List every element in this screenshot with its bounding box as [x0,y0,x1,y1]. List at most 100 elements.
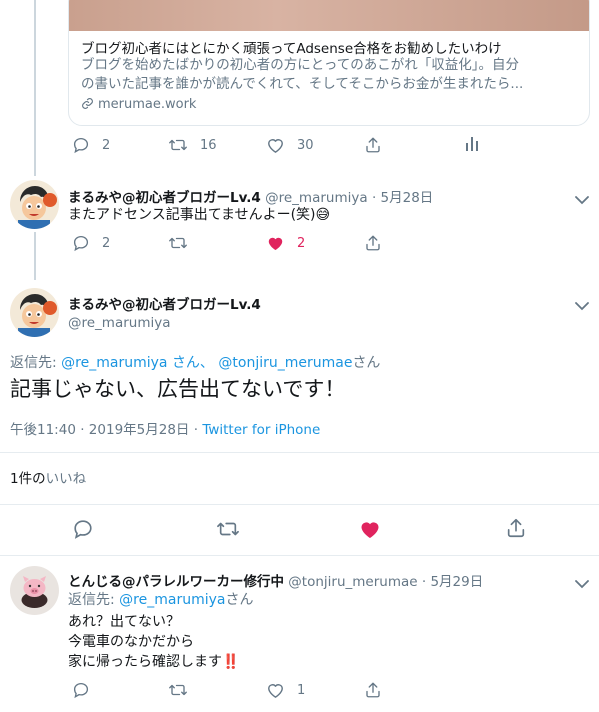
user-handle[interactable]: @re_marumiya [68,315,171,331]
share-icon [507,518,525,538]
like-count: 2 [297,235,306,251]
separator: · [193,422,199,438]
reply-icon [74,520,92,539]
reply-to-label: 返信先: [68,592,115,608]
tweet-header: まるみや@初心者ブロガーLv.4 @re_marumiya · 5月28日 [68,186,433,206]
reply-to-user[interactable]: @re_marumiya [119,592,225,608]
main-tweet-text: 記事じゃない、広告出てないです！ [10,377,346,401]
share-icon [366,235,380,251]
share-icon [366,682,380,698]
like-count: 30 [297,137,314,153]
card-description: ブログを始めたばかりの初心者の方にとってのあこがれ「収益化」。自分 の書いた記事… [81,56,581,94]
likes-count: 1件の [10,471,46,487]
reply-to-user[interactable]: @tonjiru_merumae [218,355,352,371]
card-domain-text: merumae.work [98,97,197,112]
thread-line [34,232,36,280]
tweet-text: あれ？出てない？ 今電車のなかだから 家に帰ったら確認します‼️ [68,612,239,672]
likes-summary[interactable]: 1件のいいね [10,469,86,489]
reply-to-san: さん [225,592,254,608]
likes-label: いいね [45,471,87,487]
tweet-text-line: 家に帰ったら確認します [68,654,222,670]
separator: · [421,574,427,590]
heart-filled-icon [361,522,379,538]
avatar[interactable] [10,566,59,615]
double-exclamation-emoji: ‼️ [222,654,240,670]
reply-icon [73,137,89,154]
analytics-button[interactable] [466,137,478,151]
retweet-button[interactable] [168,681,188,699]
avatar[interactable] [10,180,59,229]
card-desc-line: の書いた記事を誰かが読んでくれて、そしてそこからお金が生まれたら... [81,76,524,92]
like-button[interactable]: 30 [266,136,314,154]
reply-to-san: さん、 [171,355,214,371]
tweet-meta: 午後11:40 · 2019年5月28日 · Twitter for iPhon… [10,420,320,440]
avatar[interactable] [10,288,59,337]
analytics-icon [466,137,478,151]
reply-to-san: さん [352,355,381,371]
tweet-text-line: 今電車のなかだから [68,634,194,650]
thread-line [34,0,36,176]
reply-to: 返信先: @re_marumiyaさん [68,590,253,610]
link-card[interactable]: ブログ初心者にはとにかく頑張ってAdsense合格をお勧めしたいわけ ブログを始… [68,0,590,126]
display-name[interactable]: まるみや@初心者ブロガーLv.4 [68,293,261,313]
heart-icon [268,139,283,153]
chevron-down-icon[interactable] [575,574,591,589]
user-handle[interactable]: @tonjiru_merumae [288,574,417,590]
tweet-date[interactable]: 5月29日 [430,574,483,590]
retweet-button[interactable]: 16 [168,136,217,154]
share-button[interactable] [364,234,382,252]
divider [0,504,599,505]
retweet-button[interactable] [216,518,240,540]
share-button[interactable] [364,681,382,699]
retweet-icon [169,237,187,249]
tweet-time[interactable]: 午後11:40 [10,422,76,438]
retweet-button[interactable] [168,234,188,252]
card-title: ブログ初心者にはとにかく頑張ってAdsense合格をお勧めしたいわけ [81,41,502,57]
reply-count: 2 [102,137,111,153]
card-image [69,0,589,31]
display-name[interactable]: まるみや@初心者ブロガーLv.4 [68,190,261,206]
separator: · [371,190,377,206]
share-button[interactable] [364,136,382,154]
tweet-text: またアドセンス記事出てませんよー(笑)😅 [68,205,330,225]
like-button[interactable]: 1 [266,681,305,699]
chevron-down-icon[interactable] [575,296,591,311]
tweet-date[interactable]: 5月28日 [381,190,434,206]
card-domain: merumae.work [81,97,196,114]
tweet-date[interactable]: 2019年5月28日 [89,422,190,438]
heart-filled-icon [268,237,283,251]
like-button[interactable] [358,518,382,540]
sweat-smile-emoji: 😅 [315,207,331,223]
reply-to: 返信先: @re_marumiya さん、 @tonjiru_merumaeさん [10,353,380,373]
reply-icon [73,235,89,252]
share-button[interactable] [505,517,527,539]
reply-to-user[interactable]: @re_marumiya [61,355,167,371]
share-icon [366,137,380,153]
user-handle[interactable]: @re_marumiya [265,190,368,206]
retweet-icon [169,684,187,696]
retweet-icon [169,139,187,151]
reply-button[interactable]: 2 [72,136,110,154]
display-name[interactable]: とんじる@パラレルワーカー修行中 [68,574,284,590]
reply-to-label: 返信先: [10,355,57,371]
divider [0,555,599,556]
like-count: 1 [297,682,306,698]
like-button[interactable]: 2 [266,234,305,252]
tweet-source[interactable]: Twitter for iPhone [202,422,320,438]
card-desc-line: ブログを始めたばかりの初心者の方にとってのあこがれ「収益化」。自分 [81,57,519,73]
reply-button[interactable] [72,681,90,699]
link-icon [81,97,94,114]
heart-icon [268,684,283,698]
separator: · [80,422,85,438]
chevron-down-icon[interactable] [575,190,591,205]
retweet-count: 16 [200,137,217,153]
reply-icon [73,682,89,699]
tweet-header: とんじる@パラレルワーカー修行中 @tonjiru_merumae · 5月29… [68,570,483,590]
tweet-text-line: あれ？出てない？ [68,614,180,630]
tweet-text-body: またアドセンス記事出てませんよー(笑) [68,207,316,223]
divider [0,452,599,453]
reply-count: 2 [102,235,111,251]
reply-button[interactable]: 2 [72,234,110,252]
retweet-icon [217,522,239,536]
reply-button[interactable] [72,518,94,540]
